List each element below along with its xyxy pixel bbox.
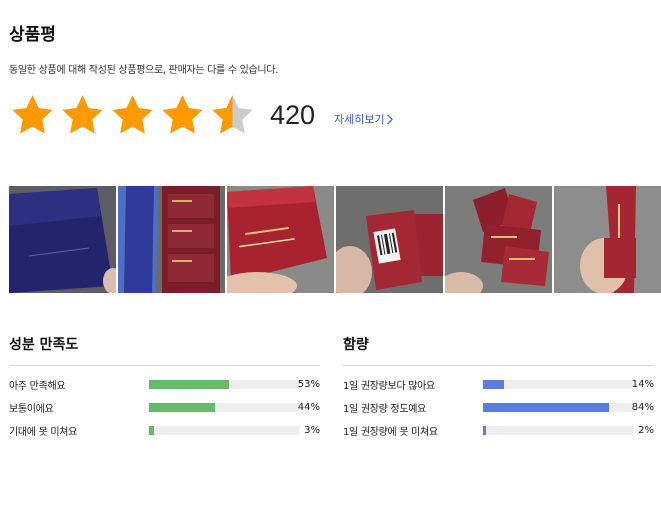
- dosage-bar-fill: [483, 379, 504, 389]
- satisfaction-bar: [149, 402, 299, 412]
- half-star-icon: [212, 95, 253, 134]
- satisfaction-label: 기대에 못 미쳐요: [9, 426, 78, 438]
- review-count: 420: [270, 100, 316, 130]
- star-rating: [9, 92, 256, 139]
- satisfaction-label: 아주 만족해요: [9, 380, 66, 392]
- satisfaction-row: 아주 만족해요 53%: [9, 376, 320, 392]
- star-icon: [62, 95, 103, 134]
- review-photo[interactable]: [227, 186, 334, 293]
- review-photo[interactable]: [554, 186, 661, 293]
- dosage-row: 1일 권장량 정도예요 84%: [343, 399, 654, 415]
- dosage-title: 함량: [343, 337, 369, 353]
- satisfaction-row: 기대에 못 미쳐요 3%: [9, 422, 320, 438]
- satisfaction-bar-fill: [149, 425, 154, 435]
- review-section-title: 상품평: [9, 25, 56, 45]
- dosage-label: 1일 권장량에 못 미쳐요: [343, 426, 438, 438]
- dosage-bar-fill: [483, 402, 609, 412]
- dosage-bar: [483, 402, 633, 412]
- satisfaction-bar-fill: [149, 379, 229, 389]
- dosage-bar-fill: [483, 425, 486, 435]
- view-details-label: 자세히보기: [334, 113, 385, 126]
- review-photo-strip: [9, 186, 661, 293]
- dosage-label: 1일 권장량 정도예요: [343, 403, 427, 415]
- dosage-row: 1일 권장량에 못 미쳐요 2%: [343, 422, 654, 438]
- dosage-percent: 2%: [638, 424, 654, 436]
- satisfaction-title: 성분 만족도: [9, 337, 79, 353]
- dosage-row: 1일 권장량보다 많아요 14%: [343, 376, 654, 392]
- satisfaction-bar: [149, 379, 299, 389]
- satisfaction-percent: 44%: [297, 401, 320, 413]
- review-description: 동일한 상품에 대해 작성된 상품평으로, 판매자는 다를 수 있습니다.: [9, 65, 279, 76]
- review-photo[interactable]: [445, 186, 552, 293]
- satisfaction-divider: [9, 365, 320, 366]
- dosage-percent: 84%: [631, 401, 654, 413]
- review-photo[interactable]: [336, 186, 443, 293]
- dosage-bar: [483, 425, 633, 435]
- satisfaction-label: 보통이에요: [9, 403, 54, 415]
- satisfaction-bar: [149, 425, 299, 435]
- dosage-label: 1일 권장량보다 많아요: [343, 380, 435, 392]
- dosage-divider: [343, 365, 654, 366]
- dosage-bar: [483, 379, 633, 389]
- satisfaction-bar-fill: [149, 402, 215, 412]
- review-photo[interactable]: [118, 186, 225, 293]
- satisfaction-percent: 53%: [297, 378, 320, 390]
- satisfaction-row: 보통이에요 44%: [9, 399, 320, 415]
- star-icon: [112, 95, 153, 134]
- view-details-link[interactable]: 자세히보기: [334, 111, 394, 127]
- satisfaction-percent: 3%: [304, 424, 320, 436]
- star-icon: [12, 95, 53, 134]
- dosage-percent: 14%: [631, 378, 654, 390]
- review-photo[interactable]: [9, 186, 116, 293]
- chevron-right-icon: [386, 114, 393, 124]
- star-icon: [162, 95, 203, 134]
